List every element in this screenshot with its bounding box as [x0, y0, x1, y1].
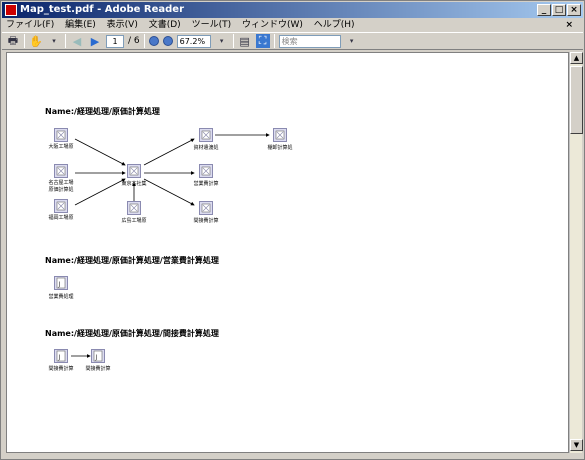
reader-window: Map_test.pdf - Adobe Reader _ □ × ファイル(F… [0, 0, 585, 460]
process-node-icon[interactable] [54, 164, 68, 178]
close-document-icon[interactable]: × [561, 18, 577, 32]
process-node-icon[interactable] [54, 199, 68, 213]
process-node-icon[interactable] [273, 128, 287, 142]
node-label: 大阪工場原 [48, 144, 74, 150]
previous-page-icon[interactable]: ◀ [70, 34, 84, 48]
toolbar: 🖶 ✋ ▾ ◀ ▶ 1 / 6 67.2% ▾ ▤ ⛶ 検索 ▾ [2, 32, 583, 50]
maximize-button[interactable]: □ [552, 4, 566, 16]
flow-connectors [71, 133, 270, 358]
dropdown-arrow-icon[interactable]: ▾ [47, 34, 61, 48]
fit-width-icon[interactable]: ⛶ [255, 34, 270, 48]
zoom-in-icon[interactable] [162, 36, 173, 46]
node-label: 間接費計算 [48, 366, 74, 372]
menu-view[interactable]: 表示(V) [103, 18, 142, 32]
node-label: 資材遣渡処 [193, 145, 219, 151]
node-label: 営業費処理 [48, 294, 74, 300]
node-label: 営業費計算 [193, 181, 219, 187]
fit-page-icon[interactable]: ▤ [238, 34, 252, 48]
process-node-icon[interactable] [54, 128, 68, 142]
menu-help[interactable]: ヘルプ(H) [310, 18, 359, 32]
next-page-icon[interactable]: ▶ [88, 34, 102, 48]
node-label: 福岡工場原 [48, 215, 74, 221]
menu-tools[interactable]: ツール(T) [188, 18, 236, 32]
close-button[interactable]: × [567, 4, 581, 16]
title-bar: Map_test.pdf - Adobe Reader _ □ × [2, 2, 583, 18]
process-node-icon[interactable] [127, 164, 141, 178]
svg-text:J: J [95, 354, 98, 361]
node-label: 広島工場原 [121, 218, 147, 224]
vertical-scrollbar[interactable]: ▲ ▼ [569, 52, 583, 453]
page-total: / 6 [128, 36, 140, 46]
node-label: 東京本社集 [121, 181, 147, 187]
process-node-icon[interactable] [199, 128, 213, 142]
section-title: Name:/経理処理/原価計算処理/営業費計算処理 [45, 256, 219, 265]
scroll-down-icon[interactable]: ▼ [570, 439, 583, 451]
search-input[interactable]: 検索 [278, 34, 341, 48]
connector [74, 138, 126, 166]
process-node-icon[interactable] [127, 201, 141, 215]
connector [143, 138, 195, 166]
connector [143, 178, 195, 206]
node-label: 棚卸計算処 [267, 145, 293, 151]
menu-bar: ファイル(F) 編集(E) 表示(V) 文書(D) ツール(T) ウィンドウ(W… [2, 18, 583, 32]
connector [74, 178, 126, 206]
node-label: 間接費計算 [85, 366, 111, 372]
adobe-reader-icon [5, 4, 17, 16]
svg-text:J: J [58, 281, 61, 288]
scroll-up-icon[interactable]: ▲ [570, 52, 583, 64]
job-node-icon[interactable]: J [91, 349, 105, 363]
node-label: 間接費計算 [193, 218, 219, 224]
menu-document[interactable]: 文書(D) [145, 18, 185, 32]
document-view[interactable]: Name:/経理処理/原価計算処理 大阪工場原 名古屋工場 原価計算処 福岡工場… [6, 52, 569, 453]
process-node-icon[interactable] [199, 201, 213, 215]
minimize-button[interactable]: _ [537, 4, 551, 16]
select-tool-icon[interactable]: ✋ [29, 34, 43, 48]
zoom-input[interactable]: 67.2% [176, 34, 211, 48]
menu-file[interactable]: ファイル(F) [2, 18, 58, 32]
zoom-dropdown-icon[interactable]: ▾ [215, 34, 229, 48]
page-number-input[interactable]: 1 [106, 34, 124, 48]
section-title: Name:/経理処理/原価計算処理/間接費計算処理 [45, 329, 219, 338]
job-node-icon[interactable]: J [54, 276, 68, 290]
job-node-icon[interactable]: J [54, 349, 68, 363]
print-icon[interactable]: 🖶 [6, 34, 20, 48]
node-label: 名古屋工場 原価計算処 [48, 180, 74, 193]
scroll-thumb[interactable] [570, 66, 583, 134]
search-dropdown-icon[interactable]: ▾ [345, 34, 359, 48]
zoom-out-icon[interactable] [148, 36, 159, 46]
svg-text:J: J [58, 354, 61, 361]
menu-edit[interactable]: 編集(E) [61, 18, 100, 32]
menu-window[interactable]: ウィンドウ(W) [238, 18, 307, 32]
process-node-icon[interactable] [199, 164, 213, 178]
window-title: Map_test.pdf - Adobe Reader [20, 4, 185, 15]
